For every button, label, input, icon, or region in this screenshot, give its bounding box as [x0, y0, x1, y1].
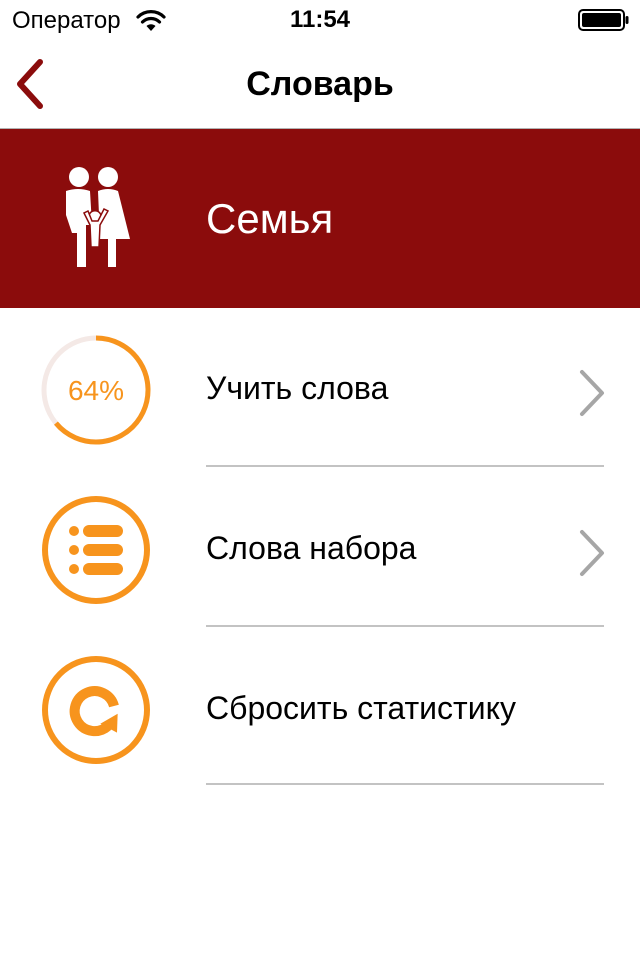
reset-statistics-label: Сбросить статистику [206, 690, 516, 726]
learn-words-row[interactable]: 64% Учить слова [0, 308, 640, 468]
status-bar: Оператор 11:54 [0, 0, 640, 40]
row-separator [206, 465, 604, 467]
learn-words-label: Учить слова [206, 370, 389, 406]
set-words-label: Слова набора [206, 530, 417, 566]
list-icon [42, 496, 150, 604]
reset-statistics-row[interactable]: Сбросить статистику [0, 628, 640, 788]
battery-icon [578, 9, 629, 31]
clock: 11:54 [289, 6, 351, 33]
family-icon [66, 167, 130, 267]
screen: Оператор 11:54 Словарь Семья 64% Учить с… [0, 0, 640, 960]
progress-ring-icon: 64% [41, 335, 151, 445]
set-words-row[interactable]: Слова набора [0, 468, 640, 628]
category-title: Семья [206, 195, 334, 242]
row-separator [206, 783, 604, 785]
navigation-bar: Словарь [0, 40, 640, 129]
category-banner: Семья [0, 129, 640, 308]
back-button[interactable] [10, 58, 54, 110]
chevron-right-icon [580, 370, 604, 416]
page-title: Словарь [246, 65, 394, 103]
chevron-right-icon [580, 530, 604, 576]
reset-icon [42, 656, 150, 764]
progress-percent: 64% [68, 375, 124, 406]
row-separator [206, 625, 604, 627]
chevron-left-icon [17, 59, 43, 109]
